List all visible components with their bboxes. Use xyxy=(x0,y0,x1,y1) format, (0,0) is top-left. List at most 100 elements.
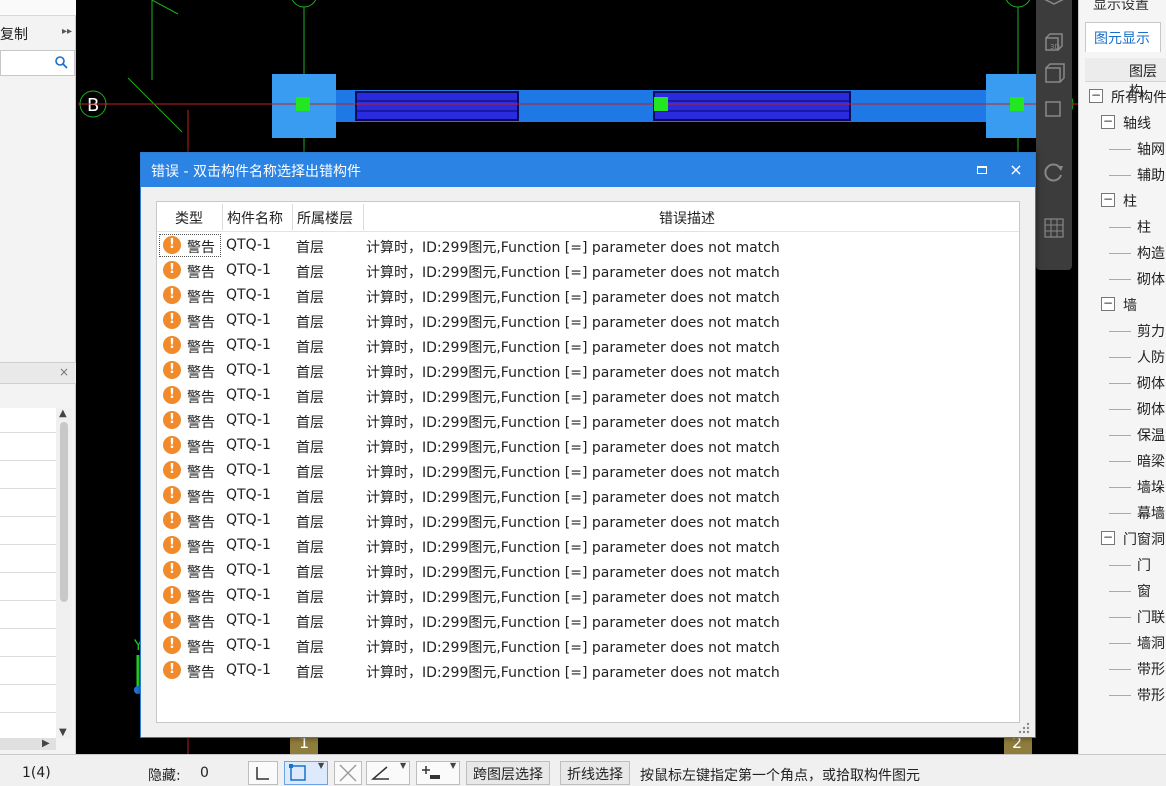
tree-item[interactable]: 轴网 xyxy=(1079,136,1166,162)
grip-node[interactable] xyxy=(296,97,310,111)
cell-component-name[interactable]: QTQ-1 xyxy=(226,662,271,678)
tree-item[interactable]: 幕墙 xyxy=(1079,500,1166,526)
scroll-right-icon[interactable]: ▶ xyxy=(42,738,50,749)
collapse-icon[interactable]: − xyxy=(1101,115,1115,129)
column-header-type[interactable]: 类型 xyxy=(175,208,203,228)
tab-element-display[interactable]: 图元显示 xyxy=(1085,22,1161,52)
table-row[interactable]: ! 警告 QTQ-1 首层 计算时，ID:299图元,Function [=] para… xyxy=(157,308,1019,333)
cell-component-name[interactable]: QTQ-1 xyxy=(226,512,271,528)
grip-node[interactable] xyxy=(1010,97,1024,111)
cell-component-name[interactable]: QTQ-1 xyxy=(226,437,271,453)
cube-3d-icon[interactable]: 3D xyxy=(1042,30,1066,54)
cross-layer-select-button[interactable]: 跨图层选择 xyxy=(466,761,550,785)
cell-component-name[interactable]: QTQ-1 xyxy=(226,237,271,253)
search-icon[interactable] xyxy=(54,55,68,69)
cell-component-name[interactable]: QTQ-1 xyxy=(226,287,271,303)
cell-component-name[interactable]: QTQ-1 xyxy=(226,362,271,378)
tree-item[interactable]: 砌体 xyxy=(1079,370,1166,396)
table-row[interactable]: ! 警告 QTQ-1 首层 计算时，ID:299图元,Function [=] para… xyxy=(157,483,1019,508)
tree-item[interactable]: 人防 xyxy=(1079,344,1166,370)
tree-item[interactable]: 辅助 xyxy=(1079,162,1166,188)
tree-item[interactable]: − 柱 xyxy=(1079,188,1166,214)
cube-top-icon[interactable] xyxy=(1042,0,1066,16)
tree-item[interactable]: − 门窗洞 xyxy=(1079,526,1166,552)
table-row[interactable]: ! 警告 QTQ-1 首层 计算时，ID:299图元,Function [=] para… xyxy=(157,433,1019,458)
tree-item[interactable]: 墙垛 xyxy=(1079,474,1166,500)
scrollbar-thumb[interactable] xyxy=(60,422,68,602)
cell-component-name[interactable]: QTQ-1 xyxy=(226,462,271,478)
polyline-select-button[interactable]: 折线选择 xyxy=(560,761,630,785)
column-separator[interactable] xyxy=(363,204,364,230)
grid-view-icon[interactable] xyxy=(1042,216,1066,240)
table-row[interactable]: ! 警告 QTQ-1 首层 计算时，ID:299图元,Function [=] para… xyxy=(157,533,1019,558)
tree-item[interactable]: 砌体 xyxy=(1079,266,1166,292)
ortho-button[interactable] xyxy=(248,761,278,785)
cell-component-name[interactable]: QTQ-1 xyxy=(226,262,271,278)
cell-component-name[interactable]: QTQ-1 xyxy=(226,337,271,353)
cell-component-name[interactable]: QTQ-1 xyxy=(226,612,271,628)
tree-item[interactable]: 带形 xyxy=(1079,682,1166,708)
resize-grip-icon[interactable] xyxy=(1017,721,1031,735)
collapse-icon[interactable]: − xyxy=(1101,297,1115,311)
cell-component-name[interactable]: QTQ-1 xyxy=(226,487,271,503)
tree-item[interactable]: 剪力 xyxy=(1079,318,1166,344)
copy-label[interactable]: 复制 xyxy=(0,24,28,44)
chevron-down-icon[interactable]: ▼ xyxy=(400,761,406,770)
table-row[interactable]: ! 警告 QTQ-1 首层 计算时，ID:299图元,Function [=] para… xyxy=(157,333,1019,358)
table-row[interactable]: ! 警告 QTQ-1 首层 计算时，ID:299图元,Function [=] para… xyxy=(157,633,1019,658)
table-row[interactable]: ! 警告 QTQ-1 首层 计算时，ID:299图元,Function [=] para… xyxy=(157,358,1019,383)
cell-component-name[interactable]: QTQ-1 xyxy=(226,637,271,653)
table-row[interactable]: ! 警告 QTQ-1 首层 计算时，ID:299图元,Function [=] para… xyxy=(157,283,1019,308)
maximize-button[interactable] xyxy=(969,159,995,181)
vertical-scrollbar[interactable]: ▲ ▼ xyxy=(56,408,72,738)
table-row[interactable]: ! 警告 QTQ-1 首层 计算时，ID:299图元,Function [=] para… xyxy=(157,583,1019,608)
beam-segment-left[interactable] xyxy=(355,91,519,121)
table-row[interactable]: ! 警告 QTQ-1 首层 计算时，ID:299图元,Function [=] para… xyxy=(157,458,1019,483)
table-row[interactable]: ! 警告 QTQ-1 首层 计算时，ID:299图元,Function [=] para… xyxy=(157,408,1019,433)
cell-component-name[interactable]: QTQ-1 xyxy=(226,412,271,428)
scroll-down-icon[interactable]: ▼ xyxy=(59,727,67,738)
cell-component-name[interactable]: QTQ-1 xyxy=(226,562,271,578)
collapse-icon[interactable]: − xyxy=(1101,193,1115,207)
cell-component-name[interactable]: QTQ-1 xyxy=(226,587,271,603)
collapse-icon[interactable]: − xyxy=(1089,89,1103,103)
table-row[interactable]: ! 警告 QTQ-1 首层 计算时，ID:299图元,Function [=] para… xyxy=(157,658,1019,683)
table-row[interactable]: ! 警告 QTQ-1 首层 计算时，ID:299图元,Function [=] para… xyxy=(157,558,1019,583)
cell-component-name[interactable]: QTQ-1 xyxy=(226,312,271,328)
column-header-description[interactable]: 错误描述 xyxy=(659,208,715,228)
chevron-down-icon[interactable]: ▼ xyxy=(450,761,456,770)
cube-front-icon[interactable] xyxy=(1042,62,1066,86)
tree-item[interactable]: 窗 xyxy=(1079,578,1166,604)
dialog-titlebar[interactable]: 错误 - 双击构件名称选择出错构件 × xyxy=(141,153,1035,187)
cube-side-icon[interactable] xyxy=(1042,96,1066,120)
cross-select-button[interactable] xyxy=(334,761,362,785)
table-row[interactable]: ! 警告 QTQ-1 首层 计算时，ID:299图元,Function [=] para… xyxy=(157,383,1019,408)
column-separator[interactable] xyxy=(222,204,223,230)
grip-node[interactable] xyxy=(654,97,668,111)
cell-component-name[interactable]: QTQ-1 xyxy=(226,387,271,403)
tree-item[interactable]: 砌体 xyxy=(1079,396,1166,422)
table-row[interactable]: ! 警告 QTQ-1 首层 计算时，ID:299图元,Function [=] para… xyxy=(157,258,1019,283)
table-row[interactable]: ! 警告 QTQ-1 首层 计算时，ID:299图元,Function [=] para… xyxy=(157,233,1019,258)
tree-item[interactable]: 门联 xyxy=(1079,604,1166,630)
more-arrow-icon[interactable]: ▸▸ xyxy=(62,26,72,37)
tree-item[interactable]: 保温 xyxy=(1079,422,1166,448)
tree-item[interactable]: 构造 xyxy=(1079,240,1166,266)
tree-item[interactable]: − 墙 xyxy=(1079,292,1166,318)
tree-item[interactable]: − 所有构件 xyxy=(1079,84,1166,110)
tree-item[interactable]: 墙洞 xyxy=(1079,630,1166,656)
collapse-icon[interactable]: − xyxy=(1101,531,1115,545)
cell-component-name[interactable]: QTQ-1 xyxy=(226,537,271,553)
tree-item[interactable]: − 轴线 xyxy=(1079,110,1166,136)
tree-item[interactable]: 柱 xyxy=(1079,214,1166,240)
scroll-up-icon[interactable]: ▲ xyxy=(59,408,67,419)
tree-item[interactable]: 暗梁 xyxy=(1079,448,1166,474)
close-icon[interactable]: × xyxy=(59,365,69,379)
column-header-floor[interactable]: 所属楼层 xyxy=(297,208,353,228)
copy-row[interactable]: 复制 ▸▸ xyxy=(0,20,76,46)
column-header-name[interactable]: 构件名称 xyxy=(227,208,283,228)
tree-item[interactable]: 带形 xyxy=(1079,656,1166,682)
beam-segment-right[interactable] xyxy=(653,91,851,121)
close-button[interactable]: × xyxy=(1003,159,1029,181)
tree-item[interactable]: 门 xyxy=(1079,552,1166,578)
